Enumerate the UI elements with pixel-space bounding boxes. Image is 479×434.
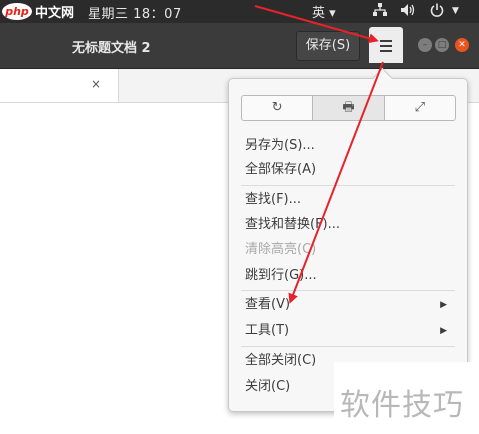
- watermark: 软件技巧: [334, 362, 479, 434]
- maximize-icon: □: [437, 40, 447, 50]
- system-top-bar: php 中文网 星期三 18：07 英 ▾ ▼: [0, 0, 479, 23]
- window-headerbar: 无标题文档 2 保存(S) – □ ✕: [0, 23, 479, 69]
- hamburger-menu-icon: [380, 40, 392, 55]
- clock[interactable]: 星期三 18：07: [88, 3, 182, 22]
- menu-item-find-replace[interactable]: 查找和替换(F)...: [245, 215, 455, 235]
- close-icon: ✕: [458, 40, 466, 50]
- submenu-arrow-icon: ▶: [440, 326, 447, 336]
- power-menu-chevron-icon[interactable]: ▼: [452, 6, 459, 16]
- menu-item-go-to-line[interactable]: 跳到行(G)...: [245, 266, 455, 286]
- print-button[interactable]: 🖶: [313, 96, 385, 120]
- menu-separator: [241, 290, 455, 291]
- watermark-text: 软件技巧: [340, 388, 464, 423]
- minimize-icon: –: [422, 40, 428, 50]
- reload-icon: ↻: [271, 100, 283, 115]
- input-method-indicator[interactable]: 英 ▾: [312, 2, 336, 21]
- menu-item-clear-highlight: 清除高亮(C): [245, 242, 317, 257]
- menu-separator: [241, 346, 455, 347]
- reload-button[interactable]: ↻: [242, 96, 314, 120]
- hamburger-menu-button[interactable]: [369, 27, 403, 63]
- minimize-button[interactable]: –: [418, 38, 432, 52]
- menu-item-view[interactable]: 查看(V) ▶: [245, 295, 455, 315]
- volume-icon[interactable]: [399, 2, 417, 22]
- logo-oval: php: [2, 3, 32, 20]
- menu-item-save-all[interactable]: 全部保存(A): [245, 160, 455, 180]
- window-title: 无标题文档 2: [72, 41, 151, 56]
- menu-item-view-label: 查看(V): [245, 297, 291, 312]
- document-tab[interactable]: ×: [0, 69, 119, 102]
- fullscreen-icon: ⤢: [414, 100, 426, 115]
- close-window-button[interactable]: ✕: [455, 38, 469, 52]
- php-site-logo: php 中文网: [2, 1, 92, 22]
- network-icon[interactable]: [372, 2, 388, 22]
- menu-item-save-as[interactable]: 另存为(S)...: [245, 136, 455, 156]
- submenu-arrow-icon: ▶: [440, 300, 447, 310]
- save-button[interactable]: 保存(S): [296, 31, 360, 61]
- menu-item-tools-label: 工具(T): [245, 323, 290, 338]
- menu-toolbar: ↻ 🖶 ⤢: [241, 95, 456, 121]
- menu-item-find[interactable]: 查找(F)...: [245, 190, 455, 210]
- menu-separator: [241, 185, 455, 186]
- menu-item-tools[interactable]: 工具(T) ▶: [245, 321, 455, 341]
- logo-site-text: 中文网: [35, 6, 75, 21]
- power-icon[interactable]: [429, 2, 445, 22]
- print-icon: 🖶: [342, 100, 355, 115]
- tab-close-icon[interactable]: ×: [91, 77, 101, 91]
- maximize-button[interactable]: □: [435, 38, 449, 52]
- fullscreen-button[interactable]: ⤢: [385, 96, 455, 120]
